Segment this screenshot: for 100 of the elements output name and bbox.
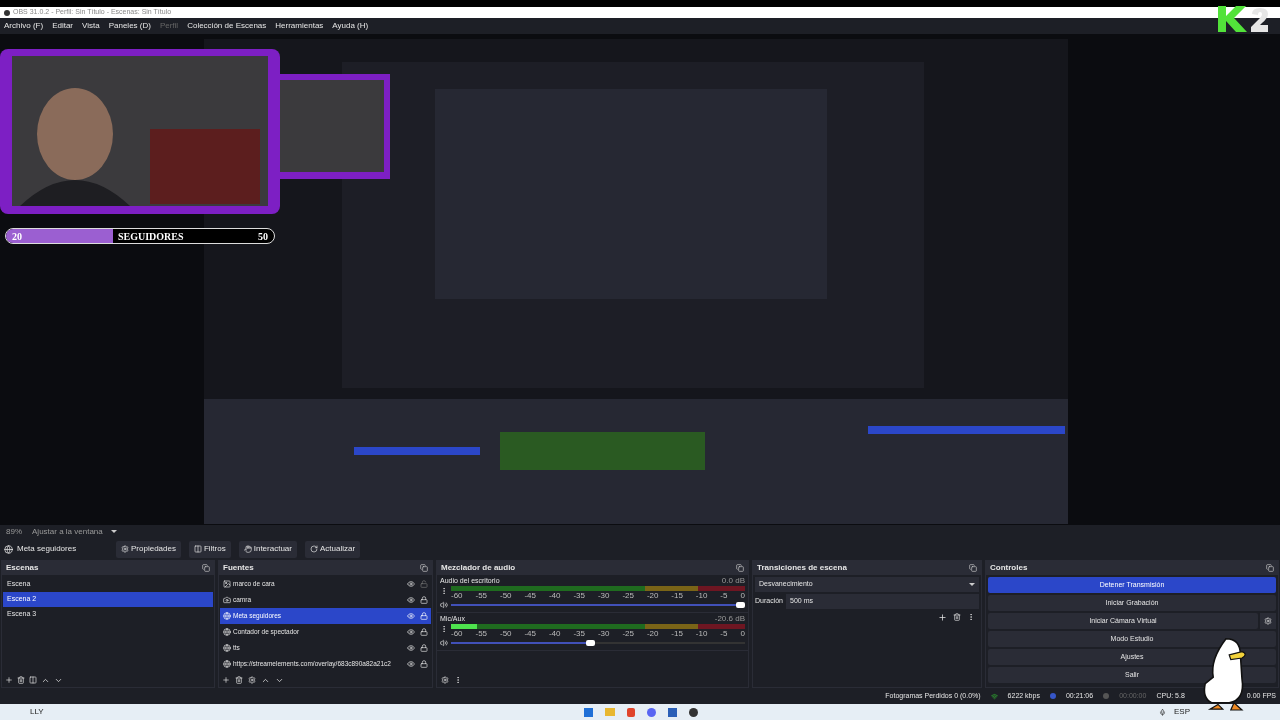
toolbar-button[interactable]: Propiedades bbox=[116, 540, 181, 558]
signal-icon bbox=[990, 692, 998, 700]
meter-tick-label: -45 bbox=[524, 591, 536, 600]
meter-tick-label: -45 bbox=[524, 629, 536, 638]
more-icon[interactable] bbox=[440, 586, 448, 596]
float-icon[interactable] bbox=[969, 564, 977, 572]
speaker-icon[interactable] bbox=[440, 601, 448, 609]
columns-icon[interactable] bbox=[29, 676, 37, 684]
zoom-mode-dropdown[interactable]: Ajustar a la ventana bbox=[32, 525, 117, 538]
meter-tick-label: -50 bbox=[499, 629, 512, 638]
meter-tick-label: -10 bbox=[695, 591, 708, 600]
columns-icon bbox=[193, 545, 202, 553]
menu-item[interactable]: Paneles (D) bbox=[108, 20, 151, 32]
app-logo-icon bbox=[4, 9, 10, 16]
slider-thumb[interactable] bbox=[736, 602, 745, 608]
goal-label: SEGUIDORES bbox=[118, 229, 184, 243]
gear-icon bbox=[1264, 617, 1272, 625]
start-icon[interactable] bbox=[583, 707, 593, 717]
toolbar-button[interactable]: Interactuar bbox=[238, 540, 297, 558]
zoom-percent: 89% bbox=[6, 525, 22, 538]
logo-icon bbox=[1218, 6, 1270, 32]
menu-item[interactable]: Editar bbox=[52, 20, 74, 32]
delete-icon[interactable] bbox=[17, 676, 25, 684]
toolbar-button[interactable]: Filtros bbox=[188, 540, 231, 558]
browser-icon[interactable] bbox=[626, 707, 635, 717]
track-reading: 0.0 dB bbox=[721, 575, 745, 587]
unlocked-icon[interactable] bbox=[420, 580, 428, 588]
settings-icon[interactable] bbox=[248, 676, 256, 684]
goal-target: 50 bbox=[258, 229, 268, 243]
meter-tick-label: 0 bbox=[740, 629, 745, 638]
more-icon[interactable] bbox=[440, 624, 448, 634]
more-icon[interactable] bbox=[967, 613, 975, 621]
meter-tick-label: -55 bbox=[475, 591, 488, 600]
document-app-icon[interactable] bbox=[667, 707, 677, 717]
meter-tick-label: -35 bbox=[573, 591, 585, 600]
chat-app-icon[interactable] bbox=[646, 707, 656, 717]
menu-item[interactable]: Archivo (F) bbox=[4, 20, 44, 32]
globe-icon bbox=[223, 612, 231, 620]
image-icon bbox=[223, 580, 231, 588]
lock-icon[interactable] bbox=[420, 660, 428, 668]
track-reading: -20.6 dB bbox=[714, 613, 745, 625]
meter-tick-label: 0 bbox=[740, 591, 745, 600]
lock-icon[interactable] bbox=[420, 612, 428, 620]
recording-app-icon[interactable] bbox=[688, 707, 698, 717]
lock-icon[interactable] bbox=[420, 628, 428, 636]
add-icon[interactable] bbox=[5, 676, 13, 684]
meter-tick-label: -20 bbox=[646, 629, 659, 638]
meter-tick-label: -5 bbox=[720, 591, 728, 600]
stock-ticker[interactable]: LLY bbox=[30, 706, 44, 718]
more-icon[interactable] bbox=[454, 676, 462, 684]
meter-tick-label: -60 bbox=[451, 591, 463, 600]
dock-title: Fuentes bbox=[223, 562, 254, 574]
float-icon[interactable] bbox=[420, 564, 428, 572]
eye-icon[interactable] bbox=[407, 660, 415, 668]
globe-icon bbox=[223, 660, 231, 668]
slider-thumb[interactable] bbox=[586, 640, 596, 646]
dock-title: Escenas bbox=[6, 562, 39, 574]
globe-icon bbox=[223, 628, 231, 636]
meter-tick-label: -5 bbox=[720, 629, 728, 638]
eye-icon[interactable] bbox=[407, 628, 415, 636]
settings-button[interactable] bbox=[1260, 613, 1276, 629]
settings-icon[interactable] bbox=[441, 676, 449, 684]
float-icon[interactable] bbox=[1266, 564, 1274, 572]
meter-tick-label: -20 bbox=[646, 591, 659, 600]
meter-tick-label: -30 bbox=[597, 629, 610, 638]
menu-item[interactable]: Ayuda (H) bbox=[332, 20, 369, 32]
meter-tick-label: -10 bbox=[695, 629, 708, 638]
meter-tick-label: -50 bbox=[499, 591, 512, 600]
meter-tick-label: -60 bbox=[451, 629, 463, 638]
menu-item[interactable]: Colección de Escenas bbox=[187, 20, 267, 32]
add-icon[interactable] bbox=[938, 613, 947, 622]
selected-source-name: Meta seguidores bbox=[17, 543, 78, 555]
meter-tick-label: -30 bbox=[597, 591, 610, 600]
menu-item[interactable]: Herramientas bbox=[275, 20, 324, 32]
delete-icon[interactable] bbox=[953, 613, 961, 621]
float-icon[interactable] bbox=[736, 564, 744, 572]
eye-icon[interactable] bbox=[407, 644, 415, 652]
add-icon[interactable] bbox=[222, 676, 230, 684]
lock-icon[interactable] bbox=[420, 644, 428, 652]
globe-icon bbox=[223, 644, 231, 652]
float-icon[interactable] bbox=[202, 564, 210, 572]
eye-icon[interactable] bbox=[407, 596, 415, 604]
refresh-icon bbox=[309, 545, 318, 553]
eye-icon[interactable] bbox=[407, 580, 415, 588]
meter-tick-label: -40 bbox=[548, 591, 561, 600]
delete-icon[interactable] bbox=[235, 676, 243, 684]
meter-tick-label: -15 bbox=[671, 591, 683, 600]
meter-tick-label: -35 bbox=[573, 629, 585, 638]
dock-title: Mezclador de audio bbox=[441, 562, 516, 574]
meter-tick-label: -55 bbox=[475, 629, 488, 638]
meter-tick-label: -25 bbox=[622, 591, 634, 600]
speaker-icon[interactable] bbox=[440, 639, 448, 647]
lock-icon[interactable] bbox=[420, 596, 428, 604]
language-indicator[interactable]: ESP bbox=[1174, 706, 1190, 718]
menu-item[interactable]: Vista bbox=[82, 20, 100, 32]
settings-icon bbox=[121, 545, 129, 553]
browser-source-icon bbox=[4, 544, 13, 554]
dock-title: Transiciones de escena bbox=[757, 562, 847, 574]
meter-tick-label: -40 bbox=[548, 629, 561, 638]
toolbar-button[interactable]: Actualizar bbox=[304, 540, 361, 558]
